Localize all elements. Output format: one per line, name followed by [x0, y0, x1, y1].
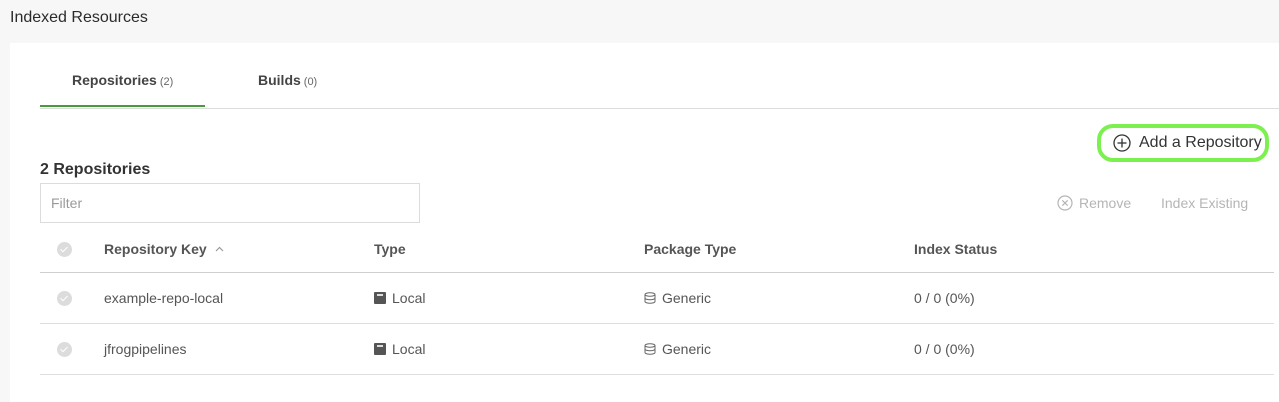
add-repository-button[interactable]: Add a Repository — [1097, 124, 1269, 162]
index-existing-button[interactable]: Index Existing — [1161, 195, 1248, 211]
tab-builds[interactable]: Builds (0) — [258, 72, 317, 88]
column-header-index-status[interactable]: Index Status — [914, 226, 997, 272]
tab-builds-label: Builds — [258, 72, 301, 88]
repositories-count-title: 2 Repositories — [40, 161, 151, 178]
table-row[interactable]: jfrogpipelines Local Generic 0 / 0 (0%) — [40, 324, 1274, 375]
column-header-label: Package Type — [644, 241, 737, 257]
column-header-label: Type — [374, 241, 406, 257]
generic-package-icon — [644, 343, 656, 355]
generic-package-icon — [644, 292, 656, 304]
plus-circle-icon — [1113, 134, 1131, 152]
filter-input[interactable] — [40, 183, 420, 223]
row-checkbox[interactable] — [57, 290, 72, 306]
column-header-label: Repository Key — [104, 241, 207, 257]
tab-repositories-label: Repositories — [72, 72, 157, 88]
add-repository-label: Add a Repository — [1139, 134, 1262, 151]
column-header-type[interactable]: Type — [374, 226, 406, 272]
repository-key: example-repo-local — [104, 290, 224, 306]
table-row[interactable]: example-repo-local Local Generic 0 / 0 (… — [40, 273, 1274, 324]
column-header-repository-key[interactable]: Repository Key — [104, 226, 224, 272]
indexed-resources-card: Repositories (2) Builds (0) Add a Reposito… — [10, 43, 1279, 402]
local-repo-icon — [374, 343, 386, 355]
tab-builds-count: (0) — [303, 76, 318, 88]
remove-label: Remove — [1079, 195, 1132, 211]
tab-bar: Repositories (2) Builds (0) — [40, 43, 1279, 109]
local-repo-icon — [374, 292, 386, 304]
sort-asc-icon — [215, 246, 224, 252]
package-type: Generic — [662, 341, 712, 357]
column-header-label: Index Status — [914, 241, 998, 257]
x-circle-icon — [1057, 195, 1073, 211]
index-status: 0 / 0 (0%) — [914, 341, 975, 357]
table-header-row: Repository Key Type Package Type Index S… — [40, 226, 1274, 273]
index-existing-label: Index Existing — [1161, 195, 1249, 211]
package-type: Generic — [662, 290, 712, 306]
select-all-checkbox[interactable] — [57, 241, 72, 257]
remove-button[interactable]: Remove — [1057, 195, 1131, 211]
tab-repositories-count: (2) — [159, 76, 174, 88]
repository-type: Local — [392, 341, 426, 357]
index-status: 0 / 0 (0%) — [914, 290, 975, 306]
page-title: Indexed Resources — [10, 9, 148, 26]
row-checkbox[interactable] — [57, 341, 72, 357]
tab-repositories[interactable]: Repositories (2) — [72, 72, 173, 88]
active-tab-indicator — [40, 105, 205, 107]
repository-type: Local — [392, 290, 426, 306]
column-header-package-type[interactable]: Package Type — [644, 226, 736, 272]
repositories-table: Repository Key Type Package Type Index S… — [40, 226, 1274, 375]
repository-key: jfrogpipelines — [104, 341, 187, 357]
